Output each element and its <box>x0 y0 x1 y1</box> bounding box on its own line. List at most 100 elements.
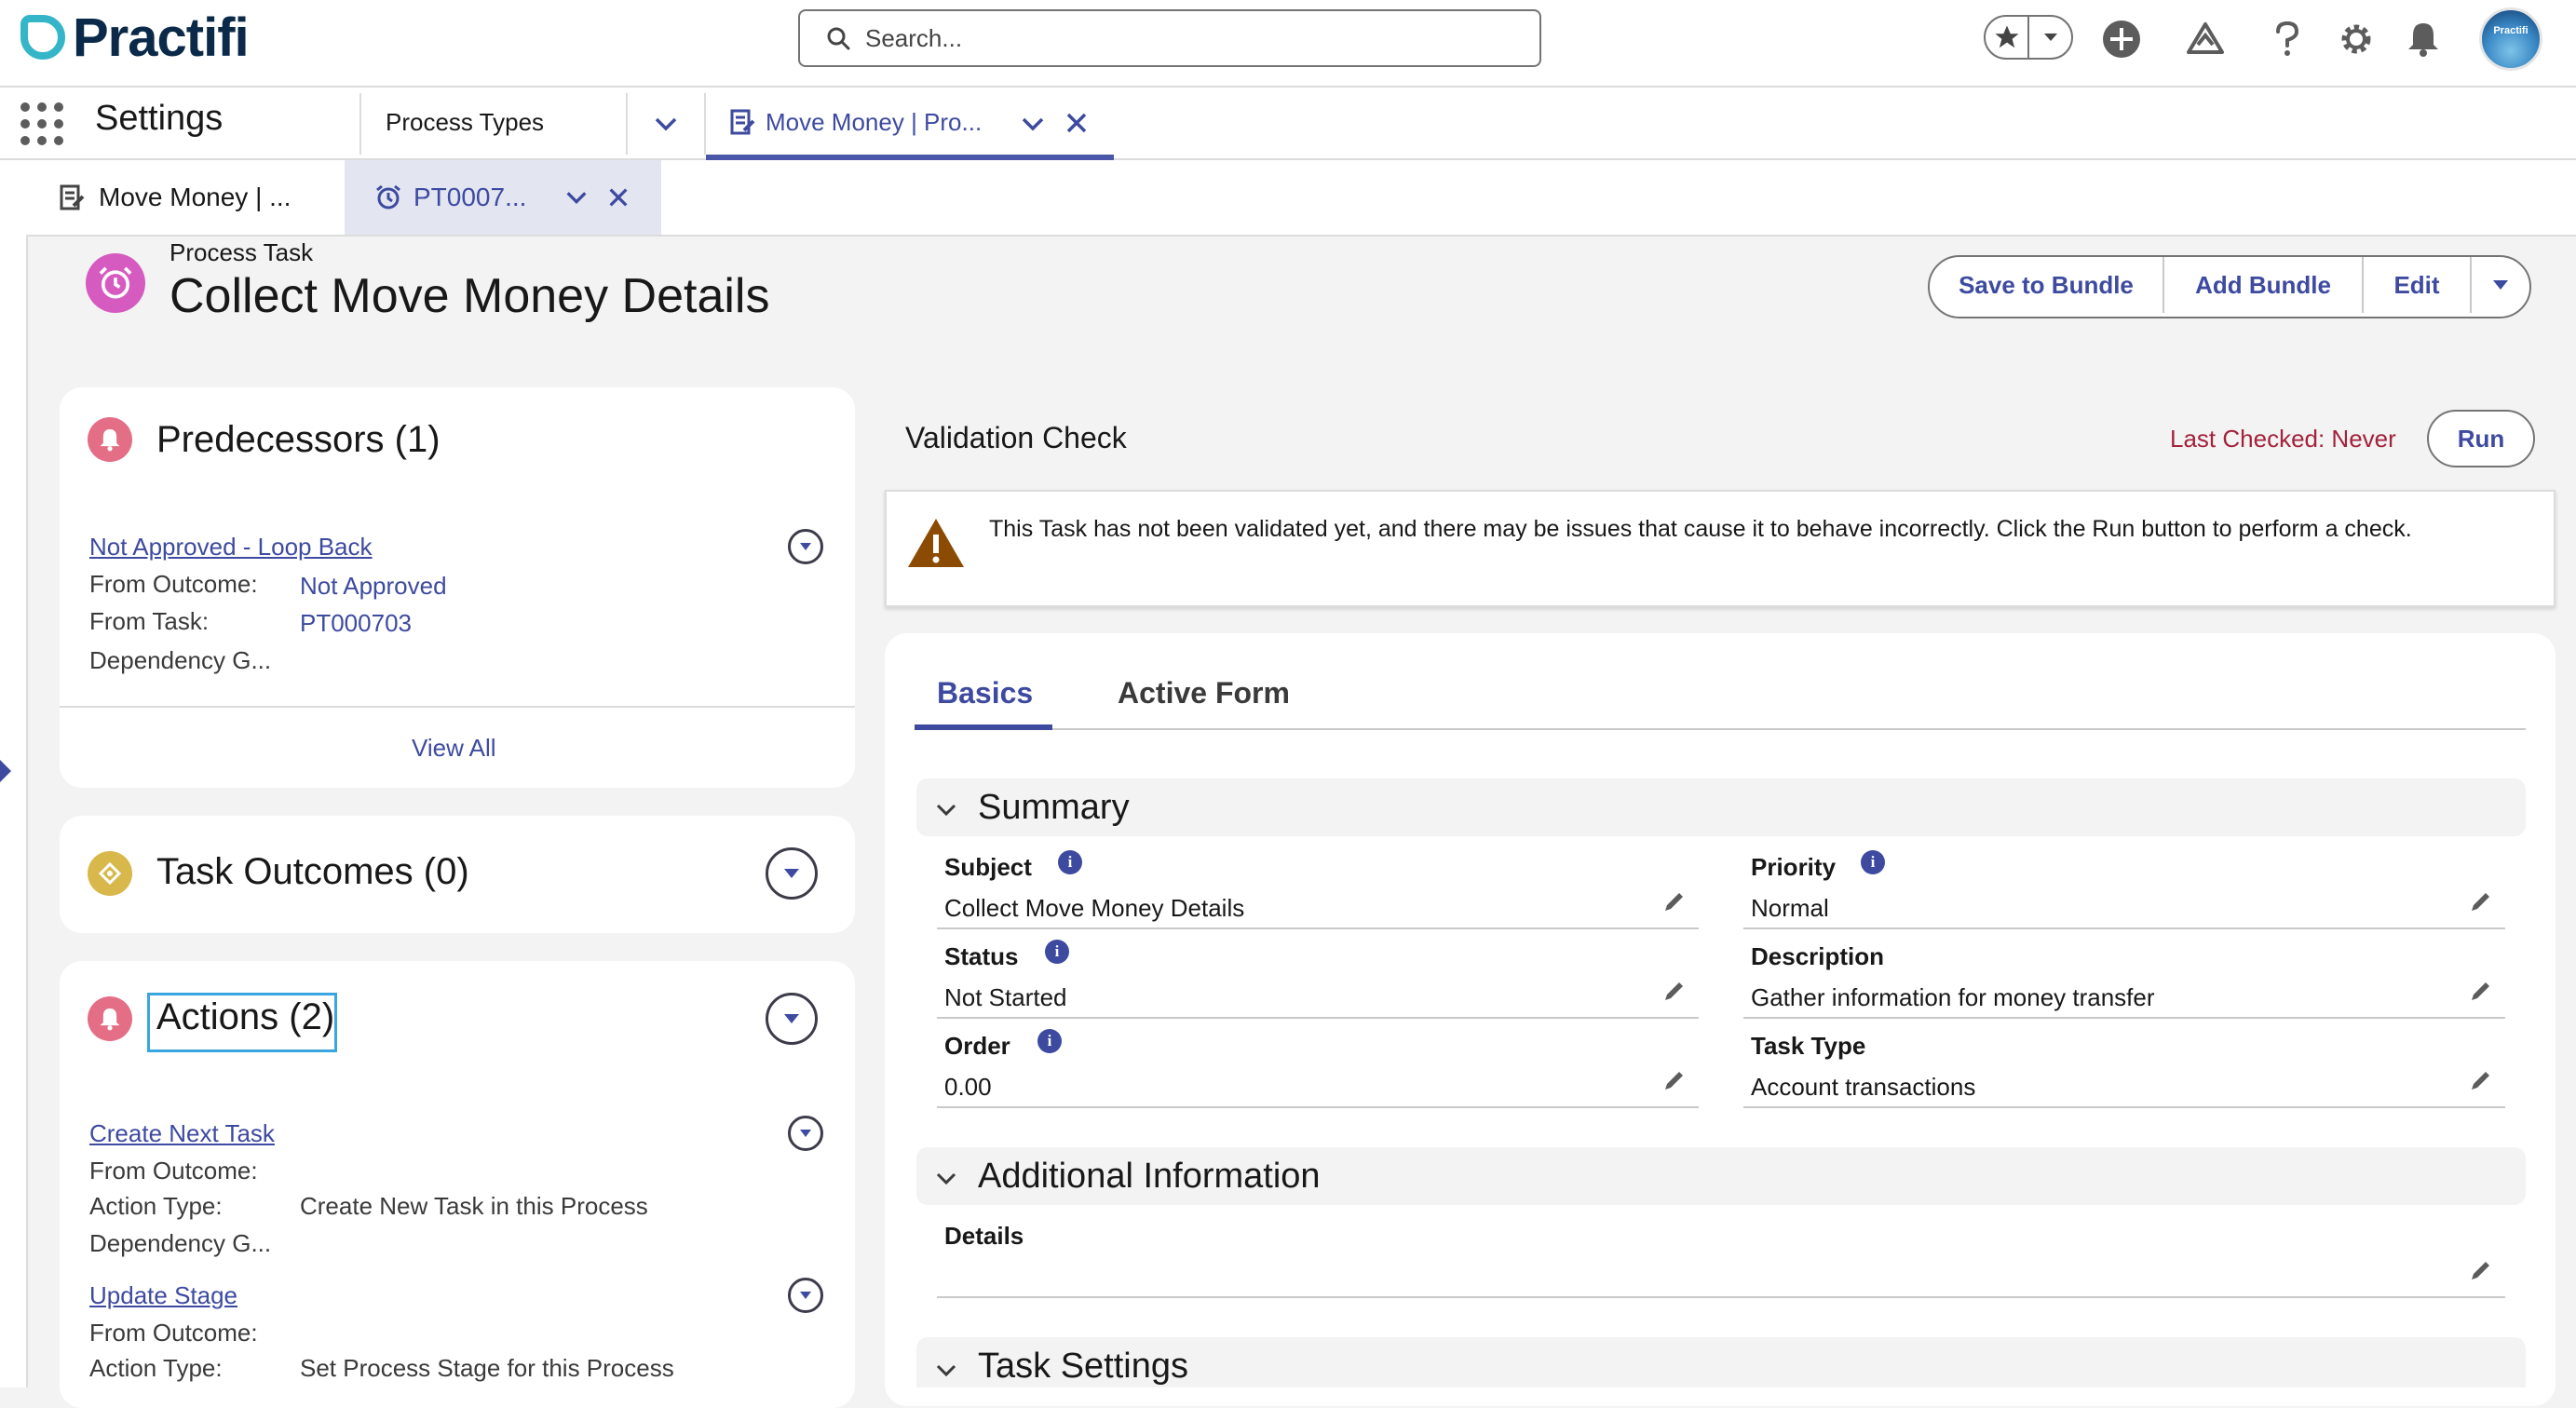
validation-warning-text: This Task has not been validated yet, an… <box>989 516 2412 542</box>
subtab-close-icon[interactable] <box>606 185 630 210</box>
more-actions-chevron-down-icon[interactable] <box>2472 257 2529 313</box>
logo-text: Practifi <box>73 7 250 68</box>
trailhead-icon[interactable] <box>2183 17 2228 61</box>
field-divider <box>1743 927 2505 929</box>
edit-pencil-icon[interactable] <box>2468 1257 2494 1283</box>
validation-warning-box <box>885 490 2556 607</box>
field-value-priority: Normal <box>1751 894 1829 922</box>
info-icon[interactable]: i <box>1861 850 1885 874</box>
bell-icon <box>88 996 132 1041</box>
subtab-pt0007[interactable]: PT0007... <box>345 160 661 235</box>
nav-item-process-types[interactable]: Process Types <box>386 108 544 137</box>
practifi-logo[interactable]: Practifi <box>20 7 250 68</box>
task-settings-title: Task Settings <box>978 1347 1188 1386</box>
process-types-chevron-down-icon[interactable] <box>652 110 680 142</box>
process-record-icon <box>728 108 756 141</box>
app-launcher-icon[interactable] <box>20 102 63 145</box>
warning-icon <box>905 516 967 575</box>
edit-pencil-icon[interactable] <box>2468 1067 2494 1093</box>
favorites-star-icon[interactable] <box>1986 17 2029 58</box>
nav-tab-chevron-down-icon[interactable] <box>1019 110 1047 142</box>
from-outcome-label: From Outcome: <box>89 1157 258 1185</box>
field-divider <box>937 927 1699 929</box>
favorites-group[interactable] <box>1984 15 2073 60</box>
action-link[interactable]: Update Stage <box>89 1281 237 1310</box>
from-outcome-label: From Outcome: <box>89 1319 258 1347</box>
from-outcome-label: From Outcome: <box>89 570 258 598</box>
info-icon[interactable]: i <box>1058 850 1082 874</box>
global-search-input[interactable]: Search... <box>798 9 1541 67</box>
summary-chevron-down-icon[interactable] <box>935 799 957 821</box>
actions-card-menu-icon[interactable] <box>766 993 818 1045</box>
nav-divider <box>626 93 628 155</box>
field-label-order: Order <box>944 1032 1010 1060</box>
field-value-order: 0.00 <box>944 1073 992 1101</box>
avatar-text: Practifi <box>2493 25 2529 36</box>
notifications-bell-icon[interactable] <box>2401 17 2446 61</box>
summary-title: Summary <box>978 788 1130 827</box>
field-label-subject: Subject <box>944 853 1032 881</box>
tab-basics[interactable]: Basics <box>937 676 1033 711</box>
edit-button[interactable]: Edit <box>2364 257 2472 313</box>
dependency-label: Dependency G... <box>89 1229 272 1257</box>
app-name: Settings <box>95 99 224 138</box>
alarm-clock-icon <box>376 184 400 210</box>
predecessor-link[interactable]: Not Approved - Loop Back <box>89 533 373 562</box>
action-row-actions-icon[interactable] <box>788 1278 823 1313</box>
task-outcomes-icon <box>88 851 132 896</box>
tab-underline <box>915 728 2526 730</box>
subtab-move-money[interactable]: Move Money | ... <box>26 160 345 235</box>
task-outcomes-actions-icon[interactable] <box>766 847 818 900</box>
help-icon[interactable] <box>2265 17 2310 61</box>
run-button[interactable]: Run <box>2427 410 2535 467</box>
save-to-bundle-button[interactable]: Save to Bundle <box>1930 257 2164 313</box>
summary-section-header[interactable] <box>916 778 2526 836</box>
action-type-value: Set Process Stage for this Process <box>300 1354 674 1382</box>
predecessor-row-actions-icon[interactable] <box>788 529 823 564</box>
field-divider <box>937 1017 1699 1019</box>
subtab-chevron-down-icon[interactable] <box>563 184 590 210</box>
field-value-subject: Collect Move Money Details <box>944 894 1245 922</box>
info-icon[interactable]: i <box>1045 940 1069 964</box>
edit-pencil-icon[interactable] <box>1661 1067 1688 1093</box>
last-checked-status: Last Checked: Never <box>2170 425 2396 453</box>
field-label-task-type: Task Type <box>1751 1032 1866 1060</box>
tab-active-form[interactable]: Active Form <box>1118 676 1290 711</box>
card-divider <box>60 706 855 708</box>
validation-check-title: Validation Check <box>905 421 1127 454</box>
nav-divider <box>359 93 361 155</box>
setup-gear-icon[interactable] <box>2334 17 2379 61</box>
info-icon[interactable]: i <box>1037 1029 1062 1053</box>
predecessors-title[interactable]: Predecessors (1) <box>156 419 441 461</box>
actions-title[interactable]: Actions (2) <box>156 996 334 1038</box>
process-record-icon <box>60 184 85 210</box>
user-avatar[interactable]: Practifi <box>2479 7 2542 71</box>
field-divider <box>937 1106 1699 1108</box>
nav-tab-close-icon[interactable] <box>1064 110 1090 141</box>
global-add-icon[interactable] <box>2099 17 2144 61</box>
task-outcomes-title[interactable]: Task Outcomes (0) <box>156 851 469 893</box>
expand-rail-arrow-icon[interactable] <box>0 760 11 782</box>
subtab-label: Move Money | ... <box>99 183 291 211</box>
nav-tab-label[interactable]: Move Money | Pro... <box>766 108 982 137</box>
additional-info-title: Additional Information <box>978 1157 1321 1196</box>
additional-info-chevron-down-icon[interactable] <box>935 1168 957 1190</box>
view-all-link[interactable]: View All <box>412 734 496 763</box>
dependency-label: Dependency G... <box>89 646 272 674</box>
edit-pencil-icon[interactable] <box>1661 978 1688 1004</box>
from-outcome-value[interactable]: Not Approved <box>300 572 447 601</box>
field-label-description: Description <box>1751 942 1885 970</box>
process-task-alarm-icon <box>86 253 145 313</box>
add-bundle-button[interactable]: Add Bundle <box>2164 257 2364 313</box>
favorites-dropdown-icon[interactable] <box>2029 17 2071 58</box>
edit-pencil-icon[interactable] <box>2468 888 2494 914</box>
field-label-details: Details <box>944 1222 1024 1250</box>
edit-pencil-icon[interactable] <box>2468 978 2494 1004</box>
action-type-label: Action Type: <box>89 1192 223 1220</box>
action-row-actions-icon[interactable] <box>788 1116 823 1151</box>
edit-pencil-icon[interactable] <box>1661 888 1688 914</box>
action-link[interactable]: Create Next Task <box>89 1119 275 1148</box>
record-detail-card <box>885 633 2556 1406</box>
task-settings-chevron-down-icon[interactable] <box>935 1360 957 1382</box>
from-task-value[interactable]: PT000703 <box>300 609 412 638</box>
